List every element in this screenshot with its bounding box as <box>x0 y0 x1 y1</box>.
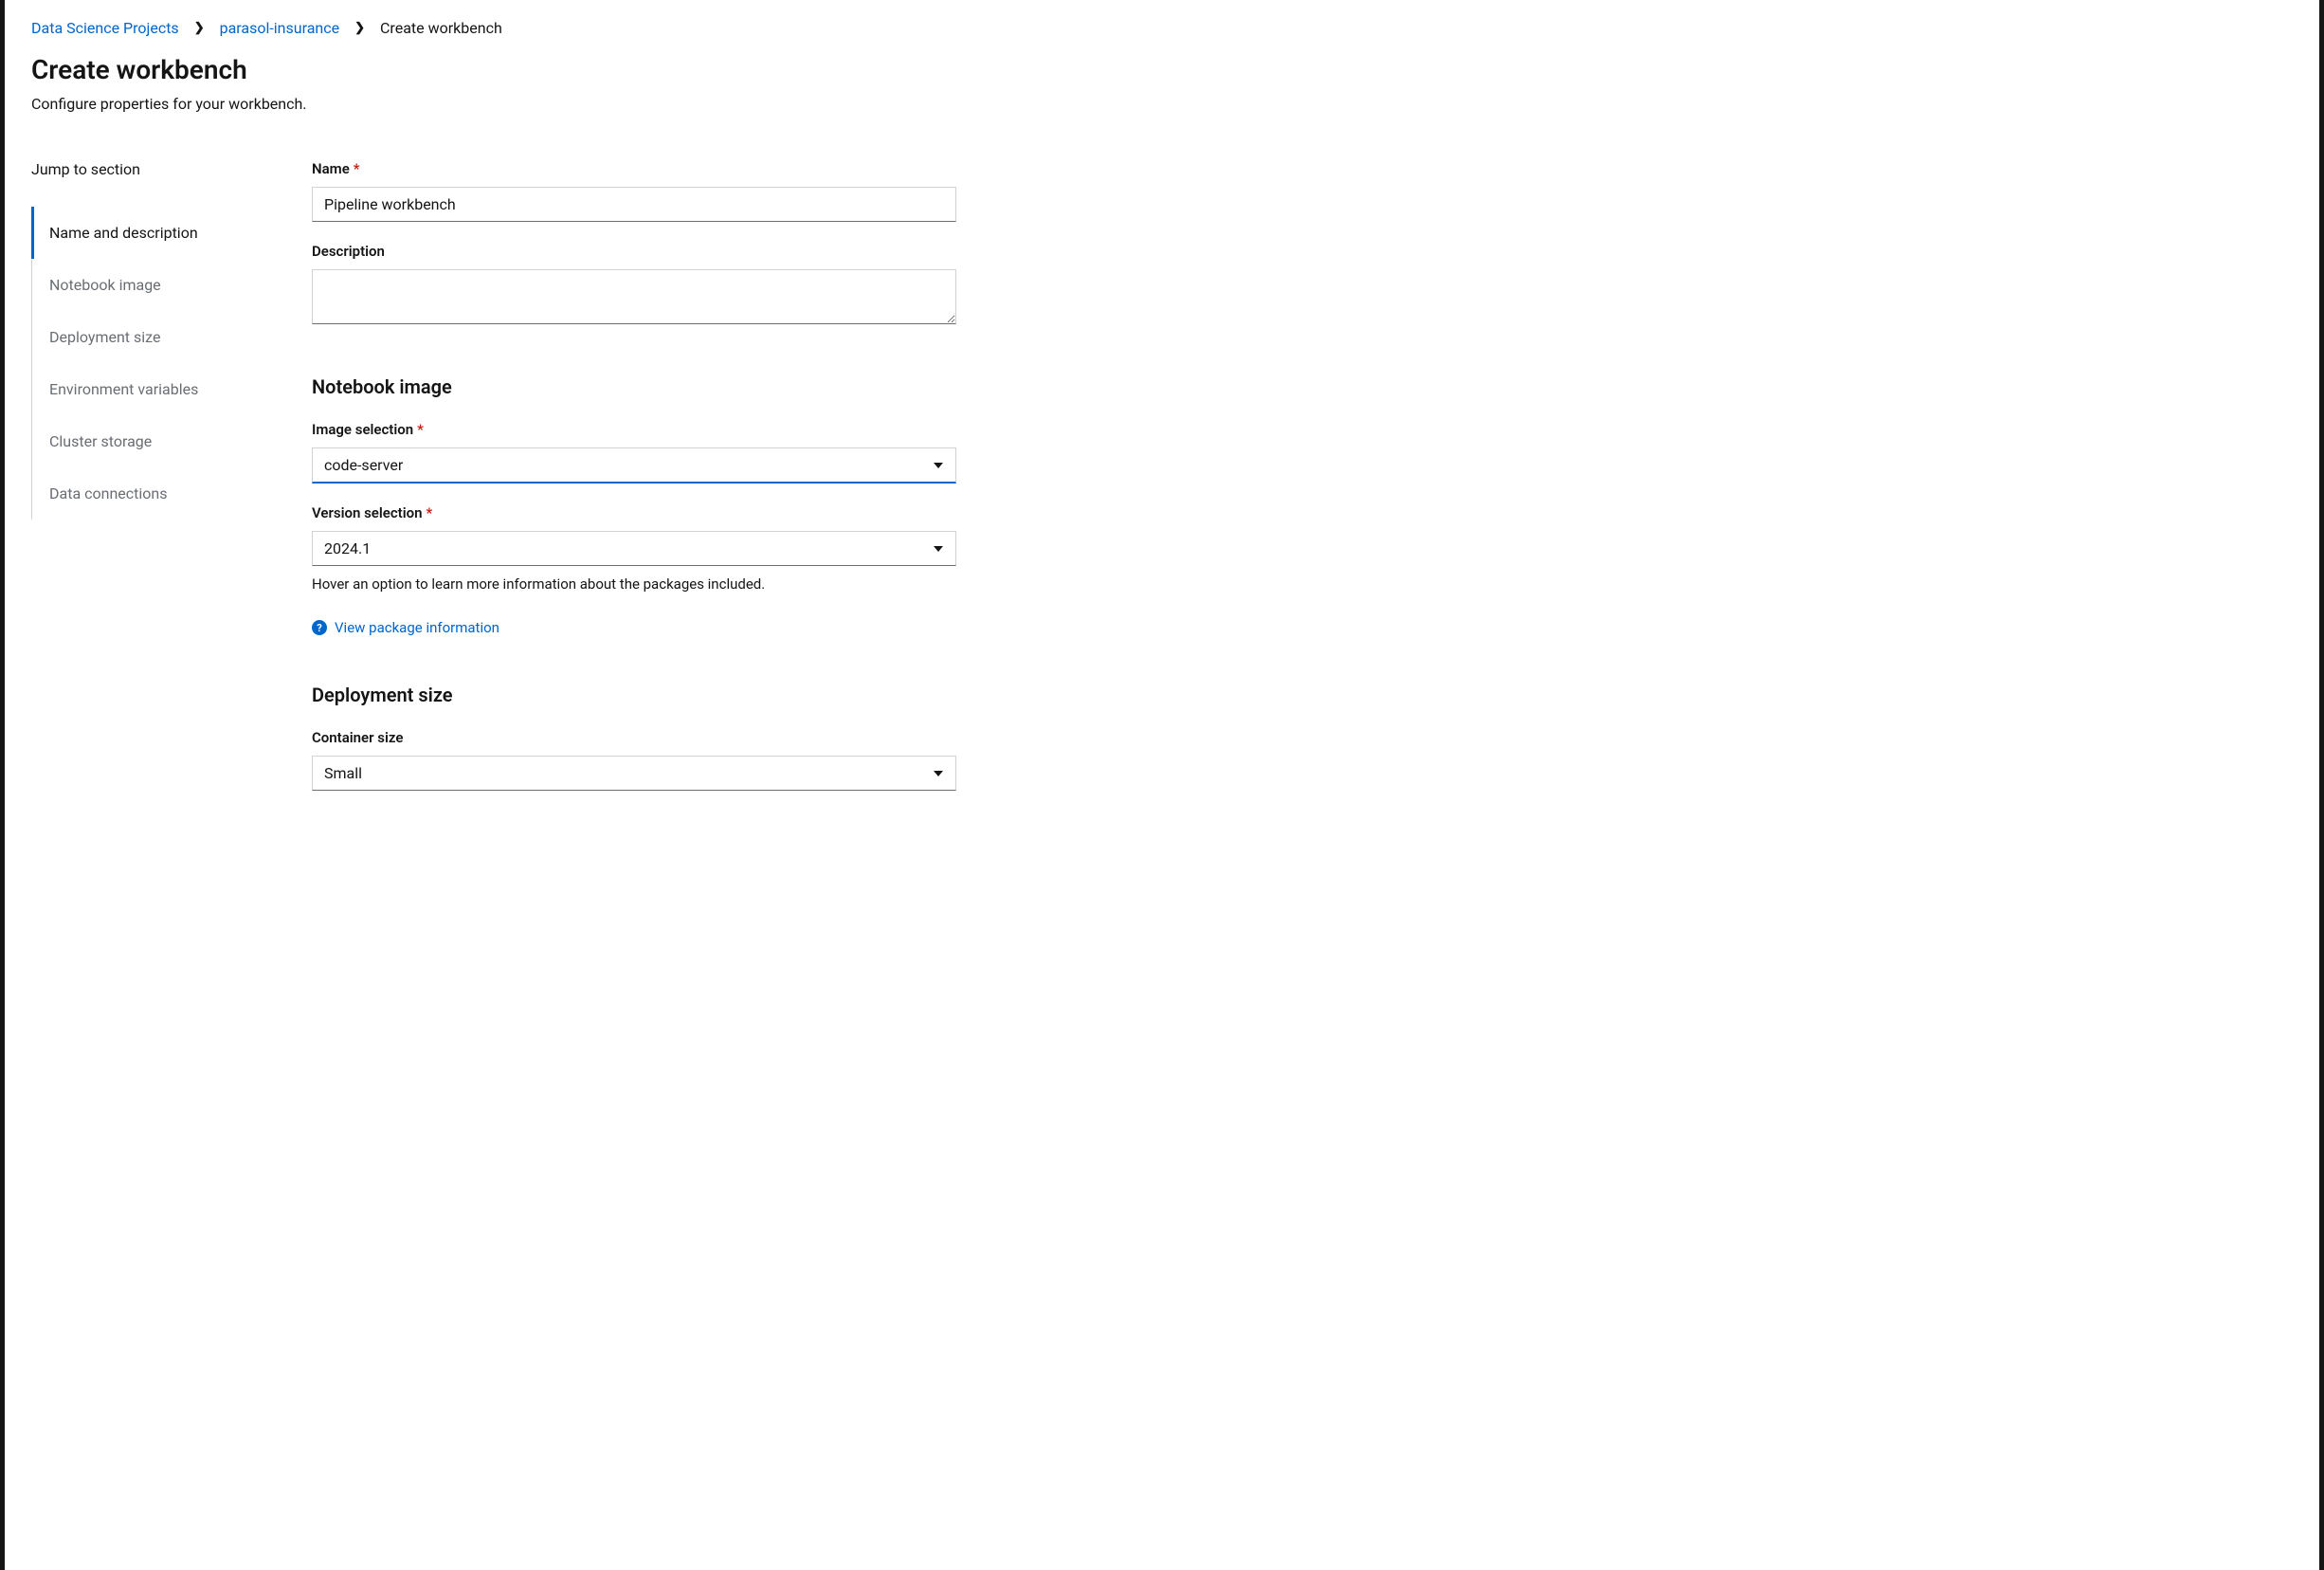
name-input[interactable] <box>312 187 956 222</box>
image-selection-label-text: Image selection <box>312 421 413 438</box>
page-title: Create workbench <box>31 54 2293 85</box>
version-selection-label: Version selection* <box>312 504 956 521</box>
jump-item-environment-variables[interactable]: Environment variables <box>31 363 274 415</box>
jump-heading: Jump to section <box>31 160 274 178</box>
jump-list: Name and description Notebook image Depl… <box>31 207 274 520</box>
version-selection-label-text: Version selection <box>312 504 422 521</box>
required-indicator: * <box>354 160 360 177</box>
required-indicator: * <box>417 421 424 438</box>
jump-item-notebook-image[interactable]: Notebook image <box>31 259 274 311</box>
page-subtitle: Configure properties for your workbench. <box>31 95 2293 113</box>
help-icon: ? <box>312 620 327 635</box>
chevron-right-icon: ❯ <box>354 21 365 35</box>
breadcrumb: Data Science Projects ❯ parasol-insuranc… <box>31 19 2293 37</box>
required-indicator: * <box>426 504 432 521</box>
view-package-link-text: View package information <box>335 619 499 636</box>
chevron-right-icon: ❯ <box>194 21 205 35</box>
breadcrumb-root-link[interactable]: Data Science Projects <box>31 19 179 37</box>
notebook-image-heading: Notebook image <box>312 375 956 398</box>
jump-item-name-description[interactable]: Name and description <box>31 207 274 259</box>
name-label: Name* <box>312 160 956 177</box>
view-package-info-link[interactable]: ? View package information <box>312 619 499 636</box>
description-label: Description <box>312 243 956 260</box>
jump-sidebar: Jump to section Name and description Not… <box>31 160 274 812</box>
description-textarea[interactable] <box>312 269 956 324</box>
image-selection-dropdown[interactable]: code-server <box>312 447 956 484</box>
form-area: Name* Description Notebook image Image s… <box>312 160 956 812</box>
image-selection-label: Image selection* <box>312 421 956 438</box>
name-label-text: Name <box>312 160 350 177</box>
jump-item-cluster-storage[interactable]: Cluster storage <box>31 415 274 467</box>
jump-item-deployment-size[interactable]: Deployment size <box>31 311 274 363</box>
version-selection-dropdown[interactable]: 2024.1 <box>312 531 956 566</box>
jump-item-data-connections[interactable]: Data connections <box>31 467 274 520</box>
container-size-dropdown[interactable]: Small <box>312 756 956 791</box>
breadcrumb-current: Create workbench <box>380 19 502 37</box>
deployment-size-heading: Deployment size <box>312 684 956 706</box>
breadcrumb-project-link[interactable]: parasol-insurance <box>220 19 340 37</box>
container-size-label: Container size <box>312 729 956 746</box>
version-help-text: Hover an option to learn more informatio… <box>312 575 956 593</box>
